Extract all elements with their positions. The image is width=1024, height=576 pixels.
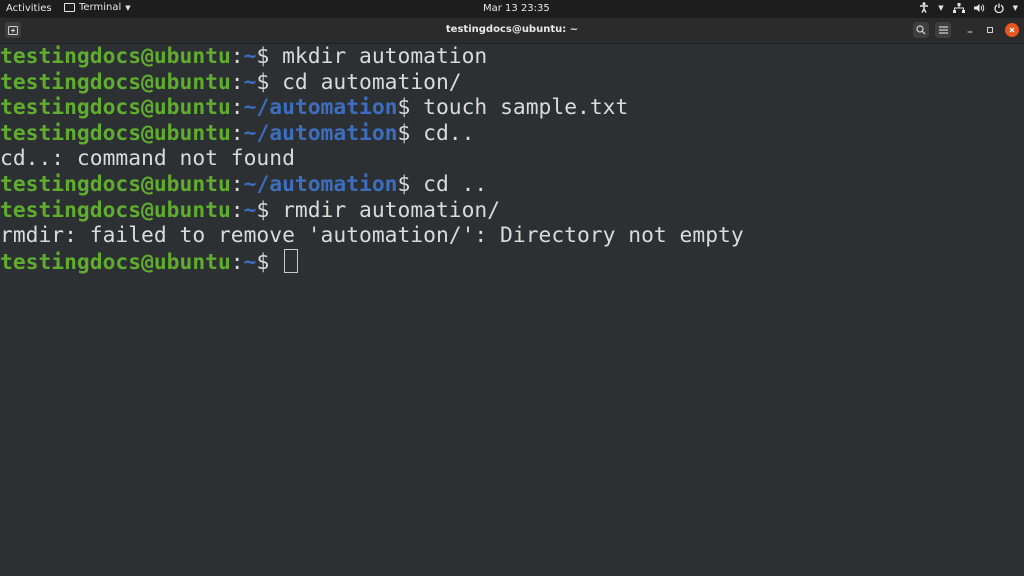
clock[interactable]: Mar 13 23:35 [483, 3, 550, 14]
command-text: cd.. [410, 120, 475, 146]
prompt-separator: : [230, 171, 244, 197]
prompt-user-host: testingdocs@ubuntu [0, 197, 231, 223]
menu-button[interactable] [935, 22, 951, 38]
search-button[interactable] [913, 22, 929, 38]
window-title: testingdocs@ubuntu: ~ [445, 24, 579, 35]
command-text: cd .. [410, 171, 488, 197]
close-icon [1009, 27, 1015, 33]
maximize-icon [987, 27, 993, 33]
prompt-user-host: testingdocs@ubuntu [0, 69, 231, 95]
prompt-path: ~ [243, 69, 257, 95]
terminal-header-bar: testingdocs@ubuntu: ~ [0, 18, 1024, 44]
maximize-button[interactable] [983, 23, 997, 37]
prompt-path: ~ [243, 44, 257, 69]
scrollbar[interactable] [1018, 46, 1022, 574]
prompt-line: testingdocs@ubuntu:~$ cd automation/ [0, 70, 1024, 96]
prompt-user-host: testingdocs@ubuntu [0, 249, 231, 275]
prompt-symbol: $ [256, 197, 270, 223]
chevron-down-icon[interactable]: ▼ [938, 4, 943, 12]
prompt-symbol: $ [397, 120, 411, 146]
output-text: cd..: command not found [0, 146, 295, 172]
prompt-symbol: $ [256, 44, 270, 69]
prompt-line: testingdocs@ubuntu:~$ rmdir automation/ [0, 198, 1024, 224]
terminal-icon [64, 3, 75, 12]
volume-icon[interactable] [973, 3, 985, 13]
hamburger-menu-icon [938, 26, 948, 34]
chevron-down-icon: ▼ [125, 3, 131, 12]
terminal-output[interactable]: testingdocs@ubuntu:~$ mkdir automation te… [0, 44, 1024, 576]
close-button[interactable] [1005, 23, 1019, 37]
prompt-separator: : [230, 197, 244, 223]
prompt-user-host: testingdocs@ubuntu [0, 95, 231, 121]
prompt-line: testingdocs@ubuntu:~/automation$ cd .. [0, 172, 1024, 198]
prompt-line: testingdocs@ubuntu:~$ [0, 248, 1024, 275]
prompt-separator: : [230, 69, 244, 95]
output-line: cd..: command not found [0, 146, 1024, 172]
app-menu[interactable]: Terminal ▼ [64, 2, 131, 13]
prompt-user-host: testingdocs@ubuntu [0, 120, 231, 146]
command-text: mkdir automation [269, 44, 488, 69]
minimize-button[interactable] [963, 23, 977, 37]
prompt-path: ~/automation [243, 171, 398, 197]
prompt-path: ~ [243, 249, 257, 275]
prompt-user-host: testingdocs@ubuntu [0, 44, 231, 69]
output-line: rmdir: failed to remove 'automation/': D… [0, 223, 1024, 249]
prompt-path: ~/automation [243, 120, 398, 146]
prompt-path: ~/automation [243, 95, 398, 121]
prompt-symbol: $ [397, 95, 411, 121]
prompt-user-host: testingdocs@ubuntu [0, 171, 231, 197]
command-text: touch sample.txt [410, 95, 629, 121]
system-tray[interactable]: ▼ ▼ [919, 2, 1018, 13]
output-text: rmdir: failed to remove 'automation/': D… [0, 223, 744, 249]
command-text: cd automation/ [269, 69, 462, 95]
activities-button[interactable]: Activities [6, 3, 52, 14]
gnome-top-bar: Activities Terminal ▼ Mar 13 23:35 ▼ ▼ [0, 0, 1024, 18]
prompt-symbol: $ [397, 171, 411, 197]
search-icon [916, 25, 926, 35]
prompt-line: testingdocs@ubuntu:~/automation$ touch s… [0, 95, 1024, 121]
command-text [269, 250, 282, 275]
network-icon[interactable] [952, 2, 965, 13]
terminal-cursor [284, 248, 299, 273]
accessibility-icon[interactable] [919, 2, 929, 13]
prompt-line: testingdocs@ubuntu:~/automation$ cd.. [0, 121, 1024, 147]
prompt-separator: : [230, 120, 244, 146]
minimize-icon [967, 31, 973, 33]
chevron-down-icon[interactable]: ▼ [1013, 4, 1018, 12]
prompt-path: ~ [243, 197, 257, 223]
power-icon[interactable] [994, 3, 1004, 13]
app-menu-label: Terminal [79, 2, 122, 13]
prompt-separator: : [230, 44, 244, 69]
prompt-symbol: $ [256, 249, 270, 275]
prompt-symbol: $ [256, 69, 270, 95]
command-text: rmdir automation/ [269, 197, 501, 223]
prompt-line: testingdocs@ubuntu:~$ mkdir automation [0, 44, 1024, 70]
prompt-separator: : [230, 249, 244, 275]
prompt-separator: : [230, 95, 244, 121]
